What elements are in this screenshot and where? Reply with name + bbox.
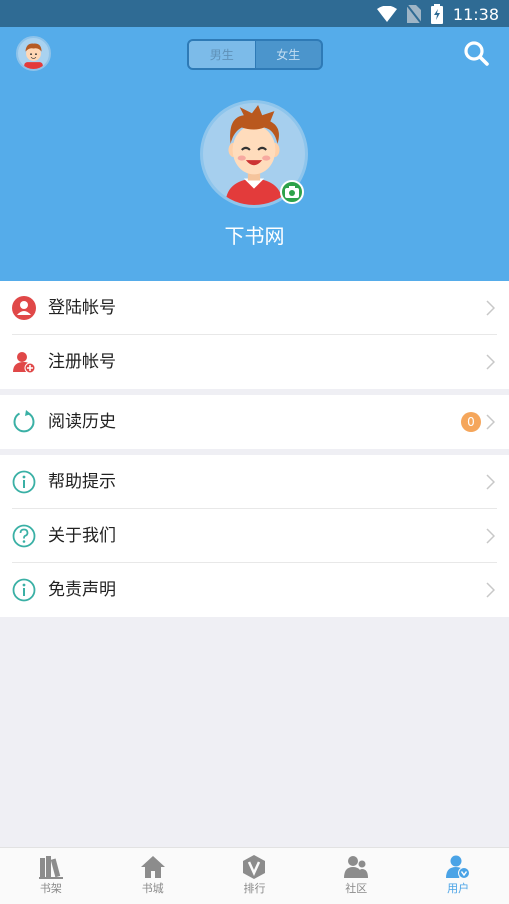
tab-label: 书城	[141, 882, 164, 895]
account-group: 登陆帐号 注册帐号	[0, 281, 509, 389]
chevron-right-icon	[486, 582, 495, 598]
tab-user[interactable]: 用户	[407, 848, 509, 904]
toggle-female[interactable]: 女生	[256, 41, 322, 68]
login-row[interactable]: 登陆帐号	[0, 281, 509, 335]
login-label: 登陆帐号	[48, 298, 116, 318]
profile-header: 男生 女生 下书网	[0, 27, 509, 281]
gender-toggle[interactable]: 男生 女生	[187, 39, 323, 70]
tab-bookshelf[interactable]: 书架	[0, 848, 102, 904]
user-icon	[446, 855, 471, 879]
wifi-icon	[376, 6, 397, 22]
disclaimer-row[interactable]: 免责声明	[0, 563, 509, 617]
no-sim-icon	[406, 5, 421, 23]
history-label: 阅读历史	[48, 412, 116, 432]
community-icon	[344, 856, 369, 878]
history-group: 阅读历史 0	[0, 395, 509, 449]
tab-bookstore[interactable]: 书城	[102, 848, 204, 904]
history-count-badge: 0	[461, 412, 481, 432]
tab-community[interactable]: 社区	[305, 848, 407, 904]
ranking-icon	[243, 855, 266, 879]
help-label: 帮助提示	[48, 472, 116, 492]
tab-label: 排行	[243, 882, 266, 895]
bottom-tab-bar: 书架 书城 排行 社区 用户	[0, 847, 509, 904]
add-user-icon	[13, 352, 36, 374]
about-label: 关于我们	[48, 526, 116, 546]
home-icon	[140, 856, 165, 878]
help-row[interactable]: 帮助提示	[0, 455, 509, 509]
info-icon	[12, 578, 36, 602]
camera-icon[interactable]	[280, 180, 304, 204]
chevron-right-icon	[486, 354, 495, 370]
chevron-right-icon	[486, 300, 495, 316]
tab-label: 用户	[447, 882, 470, 895]
info-icon	[12, 470, 36, 494]
chevron-right-icon	[486, 528, 495, 544]
refresh-icon	[13, 410, 35, 433]
register-label: 注册帐号	[48, 352, 116, 372]
question-icon	[12, 524, 36, 548]
info-group: 帮助提示 关于我们 免责声明	[0, 455, 509, 617]
avatar-small[interactable]	[16, 36, 51, 71]
search-icon[interactable]	[463, 40, 489, 66]
about-row[interactable]: 关于我们	[0, 509, 509, 563]
bookshelf-icon	[38, 856, 63, 879]
chevron-right-icon	[486, 474, 495, 490]
tab-label: 社区	[345, 882, 368, 895]
user-circle-icon	[12, 296, 36, 320]
tab-label: 书架	[39, 882, 62, 895]
clock: 11:38	[452, 4, 499, 24]
status-bar: 11:38	[0, 0, 509, 27]
register-row[interactable]: 注册帐号	[0, 335, 509, 389]
tab-ranking[interactable]: 排行	[204, 848, 306, 904]
chevron-right-icon	[486, 414, 495, 430]
battery-charging-icon	[430, 4, 443, 24]
toggle-male[interactable]: 男生	[189, 41, 256, 68]
disclaimer-label: 免责声明	[48, 580, 116, 600]
history-row[interactable]: 阅读历史 0	[0, 395, 509, 449]
username: 下书网	[224, 224, 285, 248]
